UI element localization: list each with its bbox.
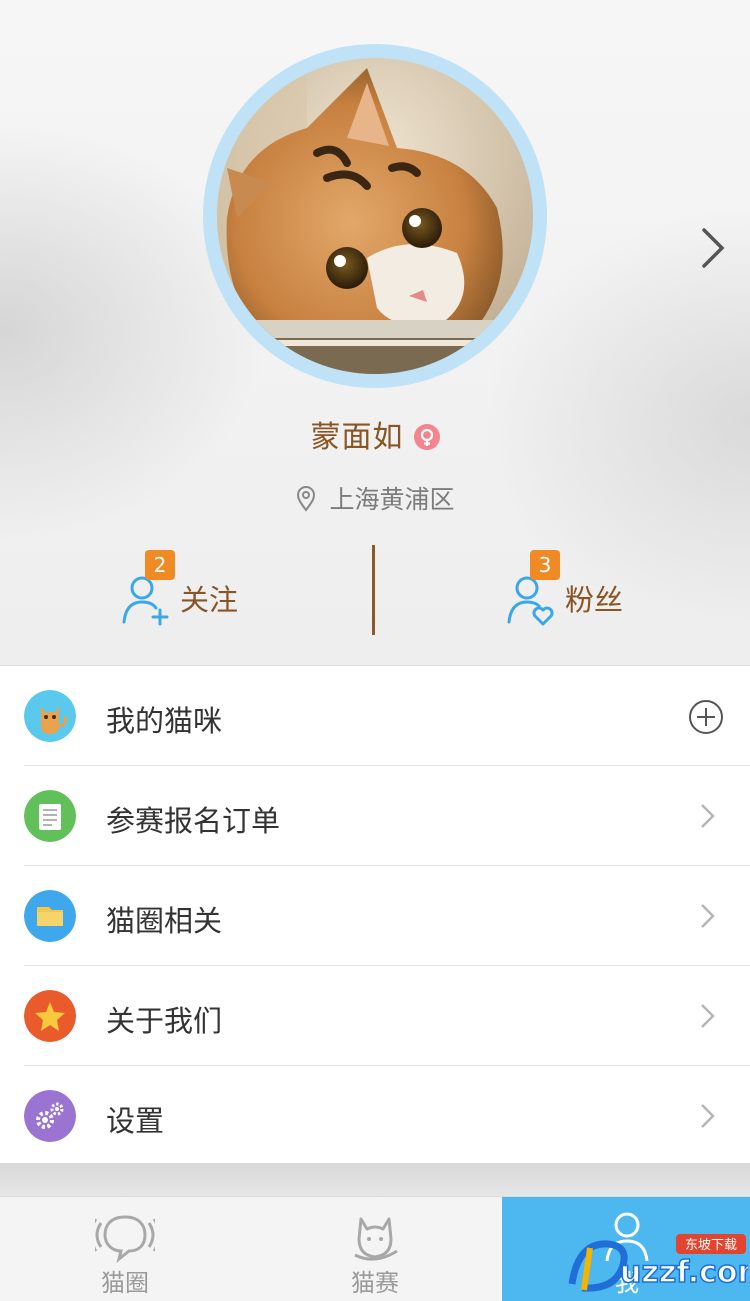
tab-cat-circle[interactable]: 猫圈 <box>0 1197 250 1301</box>
location-pin-icon <box>297 486 316 512</box>
menu-item-label: 设置 <box>106 1104 165 1138</box>
location: 上海黄浦区 <box>0 480 750 516</box>
tab-label: 猫圈 <box>101 1269 149 1297</box>
menu-item-settings[interactable]: 设置 <box>0 1065 750 1165</box>
menu-item-circle-related[interactable]: 猫圈相关 <box>0 865 750 965</box>
cat-icon <box>24 690 76 742</box>
menu-item-about-us[interactable]: 关于我们 <box>0 965 750 1065</box>
section-gap <box>0 1163 750 1196</box>
folder-icon <box>24 890 76 942</box>
chevron-right-icon <box>701 904 715 928</box>
fans-count-badge: 3 <box>530 550 560 580</box>
document-icon <box>24 790 76 842</box>
stat-divider <box>372 545 375 635</box>
menu-item-my-cats[interactable]: 我的猫咪 <box>0 665 750 765</box>
profile-header: 蒙面如 上海黄浦区 2 关注 3 粉丝 <box>0 0 750 665</box>
plus-circle-icon[interactable] <box>688 699 724 735</box>
follow-label: 关注 <box>180 583 239 617</box>
username-text: 蒙面如 <box>310 420 404 455</box>
gear-icon <box>24 1090 76 1142</box>
menu-item-label: 猫圈相关 <box>106 904 223 938</box>
fans-label: 粉丝 <box>565 583 624 617</box>
follow-stat[interactable]: 2 关注 <box>120 545 238 635</box>
cat-head-icon <box>354 1217 398 1261</box>
menu-item-label: 我的猫咪 <box>106 704 223 738</box>
follow-count-badge: 2 <box>145 550 175 580</box>
fans-stat[interactable]: 3 粉丝 <box>505 545 623 635</box>
chevron-right-icon <box>701 804 715 828</box>
menu-item-entry-orders[interactable]: 参赛报名订单 <box>0 765 750 865</box>
fans-icon-wrap: 3 <box>505 550 561 628</box>
female-icon <box>413 424 440 450</box>
location-text: 上海黄浦区 <box>329 485 455 514</box>
menu-list: 我的猫咪 参赛报名订单 猫圈相关 关于我们 设置 <box>0 665 750 1165</box>
tab-label: 猫赛 <box>351 1269 399 1297</box>
tab-cat-show[interactable]: 猫赛 <box>250 1197 500 1301</box>
chevron-right-icon <box>701 1004 715 1028</box>
avatar[interactable] <box>217 58 533 374</box>
watermark-tagline: 东坡下载 <box>685 1238 737 1253</box>
circle-chat-icon <box>95 1215 155 1263</box>
watermark-logo: 东坡下载 uzzf.com <box>568 1234 748 1292</box>
menu-item-label: 参赛报名订单 <box>106 804 281 838</box>
username: 蒙面如 <box>0 412 750 456</box>
menu-item-label: 关于我们 <box>106 1004 223 1038</box>
watermark-text: uzzf.com <box>620 1255 748 1290</box>
cat-photo <box>217 58 533 374</box>
chevron-right-icon <box>701 1104 715 1128</box>
star-icon <box>24 990 76 1042</box>
chevron-right-icon[interactable] <box>696 226 728 270</box>
follow-icon-wrap: 2 <box>120 550 176 628</box>
